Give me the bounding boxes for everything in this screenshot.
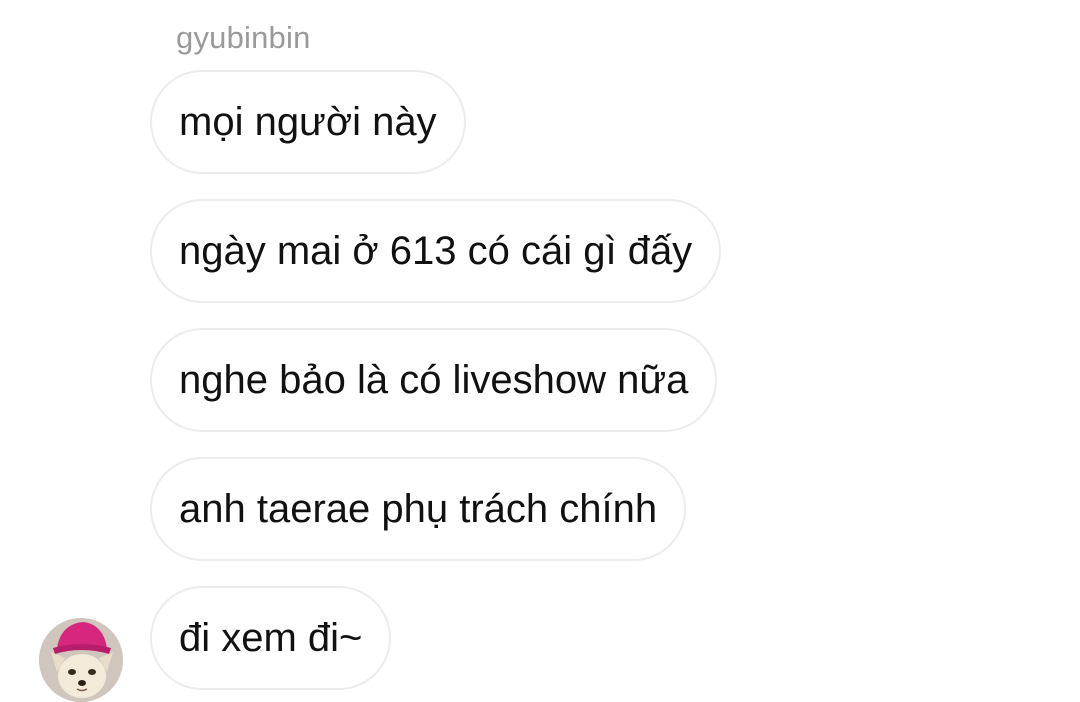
message-text: nghe bảo là có liveshow nữa [179, 357, 689, 402]
message-bubble[interactable]: nghe bảo là có liveshow nữa [150, 328, 718, 432]
dog-avatar-icon [39, 618, 123, 702]
message-text: ngày mai ở 613 có cái gì đấy [179, 228, 693, 273]
message-bubble[interactable]: ngày mai ở 613 có cái gì đấy [150, 199, 722, 303]
message-bubble[interactable]: đi xem đi~ [150, 586, 392, 690]
message-bubble[interactable]: mọi người này [150, 70, 466, 174]
sender-name: gyubinbin [176, 20, 311, 55]
message-text: anh taerae phụ trách chính [179, 486, 658, 531]
message-text: mọi người này [179, 99, 437, 144]
message-text: đi xem đi~ [179, 615, 363, 660]
message-bubble[interactable]: anh taerae phụ trách chính [150, 457, 687, 561]
avatar[interactable] [39, 618, 123, 702]
